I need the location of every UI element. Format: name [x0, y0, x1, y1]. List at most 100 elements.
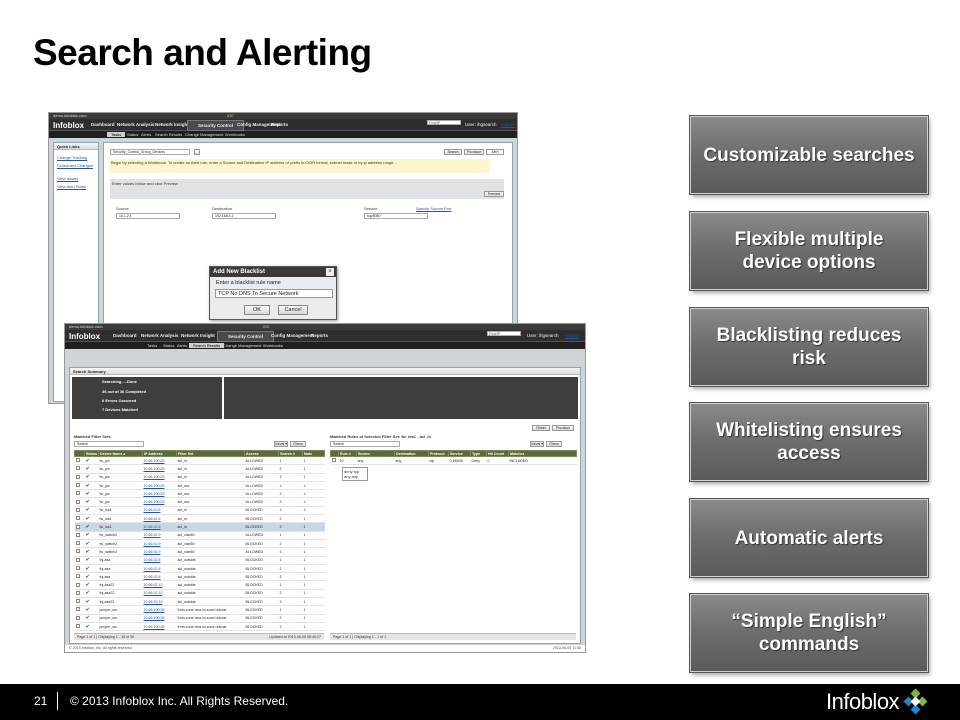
row-checkbox[interactable] [75, 474, 80, 479]
logout-link[interactable]: Logout [565, 333, 579, 338]
table-row[interactable]: ✔ fnj-asa22 10.66.52.10 acl_outside BLOCKED 1… [74, 580, 325, 590]
row-checkbox[interactable] [75, 532, 80, 537]
subnav-search-results[interactable]: Search Results [155, 132, 182, 137]
table-cell[interactable]: 10.66.52.6 [142, 522, 177, 532]
row-checkbox[interactable] [75, 516, 80, 521]
table-row[interactable]: ✔ fw_ios1 10.66.52.6 acl_in BLOCKED 3 1 [74, 522, 325, 532]
nav-dashboard[interactable]: Dashboard [113, 333, 137, 338]
table-cell[interactable]: 10.66.100.53 [142, 456, 177, 466]
table-row[interactable]: ✔ fnj-asa22 10.66.52.10 acl_outside BLOCKED 3… [74, 597, 325, 607]
table-cell[interactable]: 10.66.100.53 [142, 473, 177, 482]
row-checkbox[interactable] [75, 590, 80, 595]
table-row[interactable]: ✔ fw_switch2 10.66.52.9 acl_vlan50 ALLOWED 1 1 [74, 531, 325, 540]
table-row[interactable]: ✔ fw_pix 10.66.100.53 acl_in ALLOWED 2 1 [74, 464, 325, 474]
quick-link-view-alert-rules[interactable]: View Alert Rules [57, 184, 86, 189]
quick-link-view-issues[interactable]: View Issues [57, 176, 78, 181]
table-cell[interactable]: 10.66.100.55 [142, 605, 177, 615]
subnav-change-management[interactable]: Change Management [223, 343, 261, 348]
table-row[interactable]: ✔ fw_pix 10.66.100.53 acl_out ALLOWED 3 1 [74, 497, 325, 507]
row-checkbox[interactable] [75, 491, 80, 496]
table-row[interactable]: ✔ fnj-asa22 10.66.52.10 acl_outside BLOCKED 2… [74, 589, 325, 599]
feature-automatic-alerts[interactable]: Automatic alerts [690, 499, 928, 577]
reset-button[interactable]: Reset [532, 425, 550, 431]
table-row[interactable]: ✔ fw_pix 10.66.100.53 acl_in ALLOWED 1 1 [74, 456, 325, 466]
dialog-ok-button[interactable]: OK [244, 305, 270, 315]
row-checkbox[interactable] [75, 524, 80, 529]
table-cell[interactable]: 10.66.52.6 [142, 514, 177, 524]
nav-network-analysis[interactable]: Network Analysis [117, 122, 154, 127]
table-cell[interactable]: 10.66.52.6 [142, 506, 177, 516]
row-checkbox[interactable] [75, 566, 80, 570]
provision-button[interactable]: Provision [552, 425, 574, 431]
table-cell[interactable]: 10.66.100.53 [142, 497, 177, 507]
table-cell[interactable]: 10.66.100.55 [142, 622, 177, 632]
table-cell[interactable]: 10.66.52.10 [142, 597, 177, 607]
table-row[interactable]: ✔ fw_pix 10.66.100.53 acl_out ALLOWED 2 1 [74, 489, 325, 499]
table-cell[interactable]: 10.66.52.8 [142, 572, 177, 582]
find-ip-input[interactable]: Find/IP [427, 120, 461, 125]
row-checkbox[interactable] [75, 574, 80, 579]
row-checkbox[interactable] [75, 507, 80, 512]
left-views-button[interactable]: Views ▾ [274, 441, 288, 447]
source-input[interactable]: 10.1.2.1 [116, 213, 180, 219]
table-row[interactable]: ✔ fnj-asa 10.66.52.8 acl_outside BLOCKED 2 1 [74, 564, 325, 574]
row-checkbox[interactable] [75, 624, 80, 629]
table-cell[interactable]: 10.66.52.9 [142, 539, 177, 549]
row-checkbox[interactable] [75, 483, 80, 488]
row-checkbox[interactable] [75, 466, 80, 471]
row-checkbox[interactable] [75, 607, 80, 612]
table-row[interactable]: ✔ fw_switch2 10.66.52.9 acl_vlan50 ALLOWED 3 1 [74, 547, 325, 557]
search-button[interactable]: Search [444, 149, 462, 155]
subnav-search-results[interactable]: Search Results [189, 343, 225, 348]
table-row[interactable]: ✔ juniper_srx 10.66.100.55 from-zone dmz to… [74, 605, 325, 615]
table-row[interactable]: ✔ fnj-asa 10.66.52.8 acl_outside BLOCKED 3 1 [74, 572, 325, 582]
row-checkbox[interactable] [331, 458, 336, 463]
table-row[interactable]: 10 any any tcp 0-65535 Deny 0 INCLUDED [330, 456, 577, 466]
blacklist-name-input[interactable]: TCP No DNS To Secure Network [215, 289, 333, 298]
subnav-status[interactable]: Status [163, 343, 174, 348]
group-select[interactable]: Security_Control_Group_Devices [110, 149, 190, 155]
find-ip-input[interactable]: Find/IP [487, 331, 521, 336]
table-row[interactable]: ✔ juniper_srx 10.66.100.55 from-zone dmz to… [74, 614, 325, 623]
subnav-alerts[interactable]: Alerts [177, 343, 187, 348]
row-checkbox[interactable] [75, 557, 80, 562]
subnav-workbooks[interactable]: Workbooks [263, 343, 283, 348]
row-checkbox[interactable] [75, 615, 80, 620]
subnav-change-management[interactable]: Change Management [185, 132, 223, 137]
table-cell[interactable]: 10.66.52.9 [142, 547, 177, 557]
right-grid-search[interactable]: Search [330, 441, 400, 447]
subnav-workbooks[interactable]: Workbooks [225, 132, 245, 137]
subnav-tasks[interactable]: Tasks [107, 132, 126, 137]
left-filters-button[interactable]: Filters [290, 441, 306, 447]
table-row[interactable]: ✔ fw_switch2 10.66.52.9 acl_vlan50 BLOCKED 2 1 [74, 539, 325, 549]
table-row[interactable]: ✔ juniper_srx 10.66.100.55 from-zone dmz to… [74, 622, 325, 632]
row-checkbox[interactable] [75, 458, 80, 463]
table-row[interactable]: ✔ fw_ios1 10.66.52.6 acl_in BLOCKED 2 1 [74, 514, 325, 524]
table-cell[interactable]: 10.66.52.8 [142, 564, 177, 574]
right-filters-button[interactable]: Filters [546, 441, 562, 447]
logout-link[interactable]: Logout [501, 122, 515, 127]
provision-button[interactable]: Provision [464, 149, 484, 155]
table-row[interactable]: ✔ fw_pix 10.66.100.53 acl_out ALLOWED 1 1 [74, 481, 325, 491]
feature-simple-english-commands[interactable]: “Simple English” commands [690, 594, 928, 672]
nav-security-control[interactable]: Security Control [187, 120, 245, 131]
table-cell[interactable]: 10.66.100.53 [142, 464, 177, 474]
quick-link-scheduled-changes[interactable]: Scheduled Changes [57, 163, 93, 168]
specify-source-port-link[interactable]: Specify Source Port [416, 206, 451, 211]
right-views-button[interactable]: Views ▾ [530, 441, 544, 447]
service-input[interactable]: tcp/8080 [364, 213, 428, 219]
table-cell[interactable]: 10.66.52.10 [142, 580, 177, 590]
nav-reports[interactable]: Reports [311, 333, 328, 338]
table-row[interactable]: ✔ fw_pix 10.66.100.53 acl_in ALLOWED 3 1 [74, 473, 325, 482]
row-checkbox[interactable] [75, 549, 80, 554]
nav-network-analysis[interactable]: Network Analysis [141, 333, 178, 338]
table-cell[interactable]: 10.66.100.53 [142, 481, 177, 491]
subnav-tasks[interactable]: Tasks [147, 343, 157, 348]
close-icon[interactable]: × [326, 268, 334, 276]
nav-network-insight[interactable]: Network Insight [155, 122, 189, 127]
preview-button[interactable]: Preview [484, 191, 504, 197]
nav-dashboard[interactable]: Dashboard [91, 122, 115, 127]
table-row[interactable]: ✔ fw_ios1 10.66.52.6 acl_in BLOCKED 1 1 [74, 506, 325, 516]
feature-whitelisting[interactable]: Whitelisting ensures access [690, 403, 928, 481]
nav-network-insight[interactable]: Network Insight [181, 333, 215, 338]
